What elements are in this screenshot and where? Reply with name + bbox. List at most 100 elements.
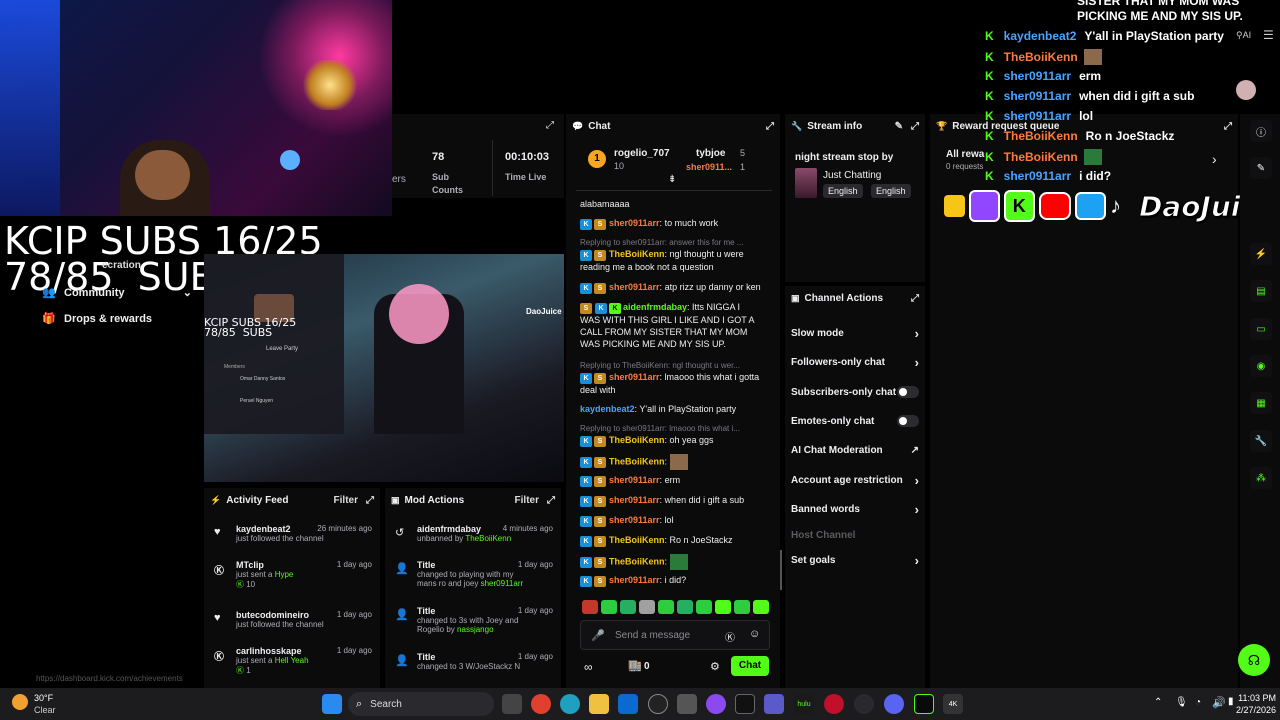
microphone-icon[interactable]: 🎤 bbox=[591, 629, 605, 642]
wrench-icon[interactable]: 🔧 bbox=[1250, 430, 1272, 452]
pin-icon[interactable]: ⇟ bbox=[668, 174, 676, 185]
status-url: https://dashboard.kick.com/achievements bbox=[36, 674, 183, 683]
app-icon[interactable] bbox=[677, 694, 697, 714]
popout-icon[interactable]: ⤢ bbox=[366, 495, 374, 506]
share-icon[interactable]: ⁂ bbox=[1250, 467, 1272, 489]
chat-message: S K Kaidenfrmdabay: Itts NIGGA I WAS WITH … bbox=[580, 302, 755, 349]
preview-member-1: Omar Danny Santos bbox=[240, 376, 286, 382]
app-4k-icon[interactable]: 4K bbox=[943, 694, 963, 714]
volume-icon[interactable]: 🔊 bbox=[1212, 696, 1226, 709]
nav-partial-item[interactable]: ecration bbox=[102, 260, 141, 271]
emote-bar[interactable] bbox=[582, 600, 772, 616]
action-account-age[interactable]: Account age restriction › bbox=[785, 473, 925, 488]
nav-item-drops[interactable]: 🎁 Drops & rewards bbox=[42, 312, 192, 326]
shield-icon: ▣ bbox=[791, 292, 800, 303]
tag-pill[interactable]: English bbox=[823, 184, 863, 198]
emote bbox=[1083, 49, 1102, 65]
activity-filter-button[interactable]: Filter bbox=[334, 495, 358, 506]
emoji-icon[interactable]: ☺ bbox=[749, 628, 760, 640]
popout-icon[interactable]: ⤢ bbox=[911, 293, 919, 304]
obs-icon[interactable] bbox=[648, 694, 668, 714]
clock-date[interactable]: 2/27/2026 bbox=[1226, 705, 1276, 715]
chat-icon[interactable]: ▭ bbox=[1250, 318, 1272, 340]
discord-icon[interactable] bbox=[884, 694, 904, 714]
tray-chevron-icon[interactable]: ⌃ bbox=[1154, 697, 1162, 708]
top-chatter-1-count: 10 bbox=[614, 161, 625, 171]
action-followers-only[interactable]: Followers-only chat › bbox=[785, 354, 925, 370]
toggle-switch bbox=[897, 415, 919, 427]
tiktok-icon: ♪ bbox=[1110, 193, 1122, 218]
stream-title-text: night stream stop by bbox=[795, 152, 894, 163]
action-slow-mode[interactable]: Slow mode › bbox=[785, 326, 925, 341]
category-name[interactable]: Just Chatting bbox=[823, 170, 881, 181]
browser-icon[interactable] bbox=[854, 694, 874, 714]
popout-icon[interactable]: ⤢ bbox=[547, 495, 555, 506]
opera-icon[interactable] bbox=[824, 694, 844, 714]
top-chatter-2-name[interactable]: tybjoe bbox=[696, 148, 725, 159]
action-subscribers-only[interactable]: Subscribers-only chat bbox=[785, 385, 925, 399]
layout-icon[interactable]: ▦ bbox=[1250, 392, 1272, 414]
overlay-top-text-1: SISTER THAT MY MOM WAS bbox=[1077, 0, 1240, 8]
mod-filter-button[interactable]: Filter bbox=[515, 495, 539, 506]
action-set-goals[interactable]: Set goals › bbox=[785, 553, 925, 568]
terminal-icon[interactable] bbox=[735, 694, 755, 714]
wifi-icon[interactable]: ◔ bbox=[1195, 697, 1201, 708]
folder-icon[interactable] bbox=[589, 694, 609, 714]
settings-gear-icon[interactable]: ⚙ bbox=[710, 660, 720, 673]
microphone-tray-icon[interactable]: 🎙 bbox=[1175, 697, 1188, 708]
lightning-icon: ⚡ bbox=[210, 494, 222, 505]
kick-emote-icon[interactable]: Ⓚ bbox=[725, 629, 735, 644]
action-emotes-only[interactable]: Emotes-only chat bbox=[785, 414, 925, 428]
teams-icon[interactable] bbox=[764, 694, 784, 714]
avatar bbox=[1236, 80, 1256, 100]
user-edit-icon: 👤 bbox=[395, 609, 409, 621]
support-button[interactable]: ☊ bbox=[1238, 644, 1270, 676]
popout-icon[interactable]: ⤢ bbox=[766, 121, 774, 132]
store-icon[interactable]: 🏬 bbox=[628, 659, 642, 672]
action-ai-moderation[interactable]: AI Chat Moderation ↗ bbox=[785, 443, 925, 457]
popout-icon[interactable]: ⤢ bbox=[546, 120, 554, 131]
chat-bubble-icon: 💬 bbox=[572, 120, 584, 131]
windows-start-icon[interactable] bbox=[322, 694, 342, 714]
chrome-icon[interactable] bbox=[531, 694, 551, 714]
edit-pencil-icon[interactable]: ✎ bbox=[895, 121, 903, 132]
popout-icon[interactable]: ⤢ bbox=[1224, 121, 1232, 132]
info-icon[interactable]: ⓘ bbox=[1250, 120, 1272, 142]
chat-scrollbar[interactable] bbox=[780, 550, 782, 590]
taskview-icon[interactable] bbox=[502, 694, 522, 714]
hulu-icon[interactable]: hulu bbox=[794, 694, 814, 714]
stream-preview[interactable]: KCIP SUBS 16/25 78/85 SUBS Leave Party M… bbox=[204, 254, 564, 482]
broadcast-icon[interactable]: ◉ bbox=[1250, 355, 1272, 377]
outlook-icon[interactable] bbox=[618, 694, 638, 714]
twitter-icon bbox=[1075, 192, 1107, 220]
stat-partial-label: ers bbox=[392, 174, 406, 185]
chat-input-box[interactable]: 🎤 Send a message Ⓚ ☺ bbox=[580, 620, 770, 650]
chat-send-button[interactable]: Chat bbox=[731, 656, 769, 676]
copilot-icon[interactable] bbox=[706, 694, 726, 714]
nav-item-community[interactable]: 👥 Community ⌄ bbox=[42, 286, 192, 300]
game-icon[interactable] bbox=[914, 694, 934, 714]
menu-icon[interactable]: ☰ bbox=[1263, 28, 1274, 42]
chevron-right-icon: › bbox=[914, 354, 919, 370]
edge-icon[interactable] bbox=[560, 694, 580, 714]
top-chatter-3-name[interactable]: sher0911... bbox=[686, 162, 732, 172]
all-rewards-label[interactable]: All rewa bbox=[946, 149, 984, 160]
edit-icon[interactable]: ✎ bbox=[1250, 157, 1272, 179]
document-icon[interactable]: ▤ bbox=[1250, 280, 1272, 302]
lightning-icon[interactable]: ⚡ bbox=[1250, 243, 1272, 265]
infinity-icon[interactable]: ∞ bbox=[584, 660, 593, 674]
action-banned-words[interactable]: Banned words › bbox=[785, 502, 925, 517]
taskbar-search[interactable]: ⌕ Search bbox=[348, 692, 494, 716]
undo-icon: ↺ bbox=[395, 527, 405, 539]
stat-time-label: Time Live bbox=[505, 172, 547, 182]
chat-message: K S TheBoiiKenn: Ro n JoeStackz bbox=[580, 534, 762, 547]
chevron-down-icon: ⌄ bbox=[182, 287, 192, 299]
popout-icon[interactable]: ⤢ bbox=[911, 121, 919, 132]
chevron-right-icon[interactable]: › bbox=[1212, 151, 1217, 167]
stat-sub-label-2: Counts bbox=[432, 185, 463, 195]
tag-pill[interactable]: English bbox=[871, 184, 911, 198]
top-chatter-1-name[interactable]: rogelio_707 bbox=[614, 148, 670, 159]
activity-feed-panel: ⚡ Activity Feed Filter ⤢ ♥ kaydenbeat2 j… bbox=[204, 488, 380, 688]
clock-time[interactable]: 11:03 PM bbox=[1226, 693, 1276, 703]
chat-message: K S TheBoiiKenn: bbox=[580, 554, 762, 570]
